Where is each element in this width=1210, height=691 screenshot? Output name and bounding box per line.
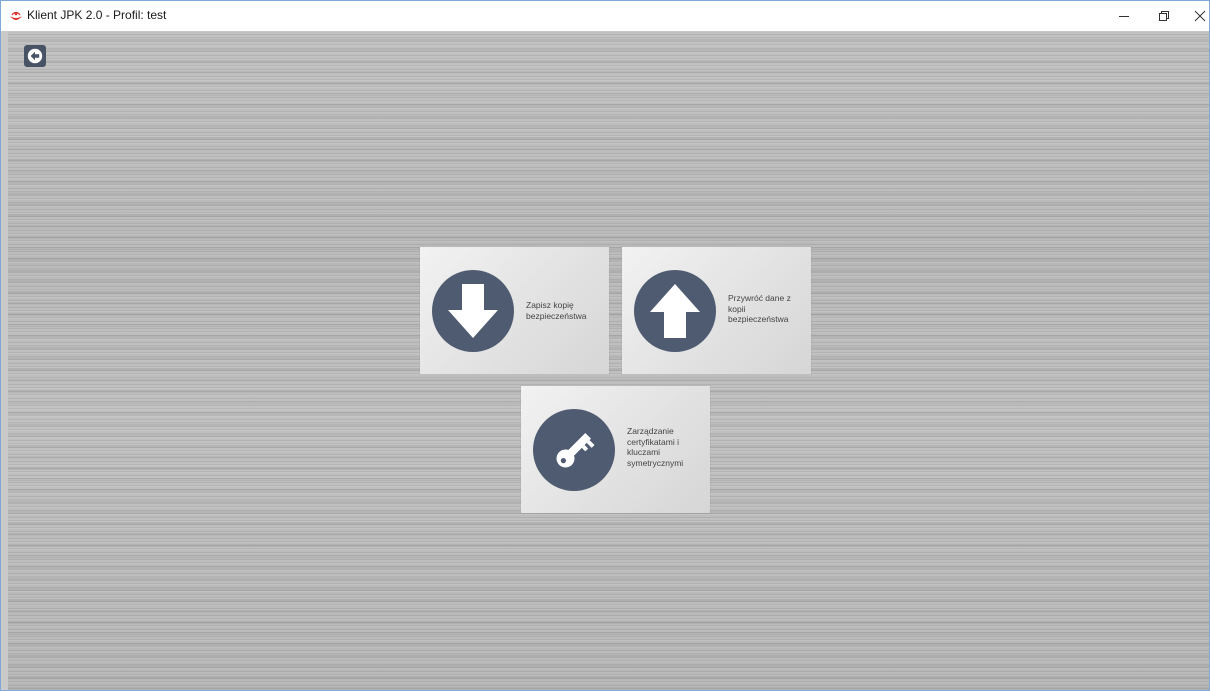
- upload-arrow-icon: [650, 284, 700, 338]
- certificates-label: Zarządzanie certyfikatami i kluczami sym…: [627, 426, 684, 468]
- window-title: Klient JPK 2.0 - Profil: test: [27, 8, 167, 22]
- app-window: Klient JPK 2.0 - Profil: test Zapisz kop…: [0, 0, 1210, 691]
- close-button[interactable]: [1177, 1, 1209, 31]
- back-button[interactable]: [24, 45, 46, 67]
- left-edge: [1, 31, 8, 690]
- minimize-icon: [1119, 16, 1129, 17]
- restore-label: Przywróć dane z kopii bezpieczeństwa: [728, 293, 791, 324]
- close-icon: [1194, 10, 1206, 22]
- app-logo-icon: [10, 11, 22, 20]
- certificates-tile[interactable]: Zarządzanie certyfikatami i kluczami sym…: [521, 386, 710, 513]
- download-circle: [432, 270, 514, 352]
- download-arrow-icon: [448, 284, 498, 338]
- upload-circle: [634, 270, 716, 352]
- key-circle: [533, 409, 615, 491]
- backup-tile[interactable]: Zapisz kopię bezpieczeństwa: [420, 247, 609, 374]
- title-bar[interactable]: Klient JPK 2.0 - Profil: test: [1, 1, 1209, 31]
- back-arrow-icon: [27, 48, 43, 64]
- key-icon: [556, 433, 595, 468]
- restore-tile[interactable]: Przywróć dane z kopii bezpieczeństwa: [622, 247, 811, 374]
- main-panel: Zapisz kopię bezpieczeństwa Przywróć dan…: [8, 31, 1209, 690]
- restore-icon: [1159, 11, 1169, 21]
- backup-label: Zapisz kopię bezpieczeństwa: [526, 300, 587, 321]
